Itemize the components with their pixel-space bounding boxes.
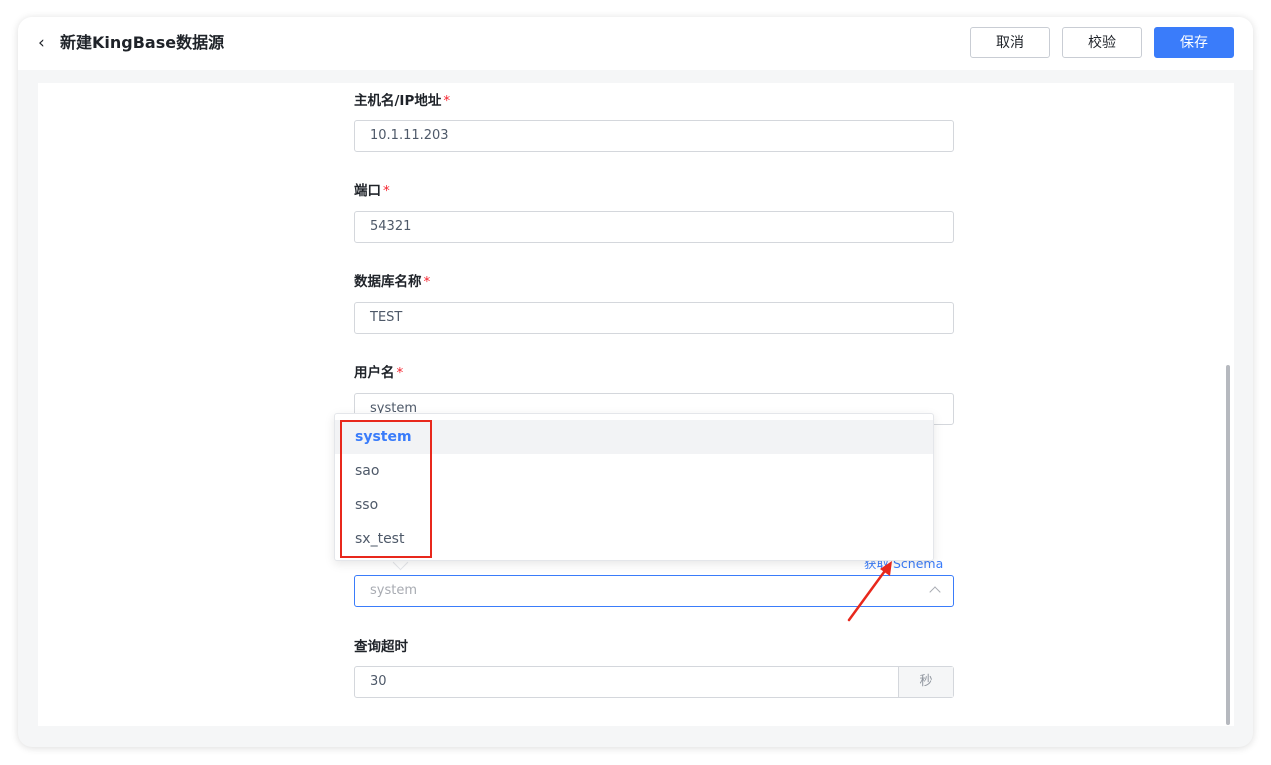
page-title: 新建KingBase数据源 xyxy=(60,33,225,52)
chevron-left-icon[interactable]: ‹ xyxy=(38,33,45,53)
datasource-window: ‹ 新建KingBase数据源 取消 校验 保存 主机名/IP地址 * 10.1.… xyxy=(18,17,1253,747)
scrollbar[interactable] xyxy=(1226,365,1230,725)
timeout-input-value: 30 xyxy=(370,674,387,689)
validate-button[interactable]: 校验 xyxy=(1062,27,1142,58)
form-panel: 主机名/IP地址 * 10.1.11.203 端口 * 54321 数据库名称 * T… xyxy=(38,83,1234,726)
host-input[interactable]: 10.1.11.203 xyxy=(354,120,954,152)
port-input[interactable]: 54321 xyxy=(354,211,954,243)
host-label-text: 主机名/IP地址 xyxy=(354,93,442,109)
annotation-arrow-icon xyxy=(847,561,892,622)
host-label: 主机名/IP地址 * xyxy=(354,92,450,110)
required-mark: * xyxy=(383,183,390,199)
database-input[interactable]: TEST xyxy=(354,302,954,334)
timeout-label: 查询超时 xyxy=(354,638,408,656)
chevron-up-icon xyxy=(929,586,941,598)
schema-select-value: system xyxy=(370,583,417,598)
timeout-label-text: 查询超时 xyxy=(354,639,408,655)
host-input-value: 10.1.11.203 xyxy=(370,128,449,143)
timeout-input[interactable]: 30 秒 xyxy=(354,666,954,698)
required-mark: * xyxy=(396,365,404,381)
cancel-button[interactable]: 取消 xyxy=(970,27,1050,58)
timeout-unit: 秒 xyxy=(898,667,953,697)
username-label: 用户名 * xyxy=(354,364,403,382)
username-label-text: 用户名 xyxy=(354,365,395,381)
save-button[interactable]: 保存 xyxy=(1154,27,1234,58)
port-label: 端口 * xyxy=(354,182,390,200)
port-input-value: 54321 xyxy=(370,219,412,234)
port-label-text: 端口 xyxy=(354,183,381,199)
database-label: 数据库名称 * xyxy=(354,273,430,291)
annotation-highlight-box xyxy=(340,420,432,558)
database-input-value: TEST xyxy=(370,310,403,325)
database-label-text: 数据库名称 xyxy=(354,274,422,290)
page-header: ‹ 新建KingBase数据源 取消 校验 保存 xyxy=(18,17,1253,70)
required-mark: * xyxy=(443,93,451,109)
required-mark: * xyxy=(423,274,431,290)
